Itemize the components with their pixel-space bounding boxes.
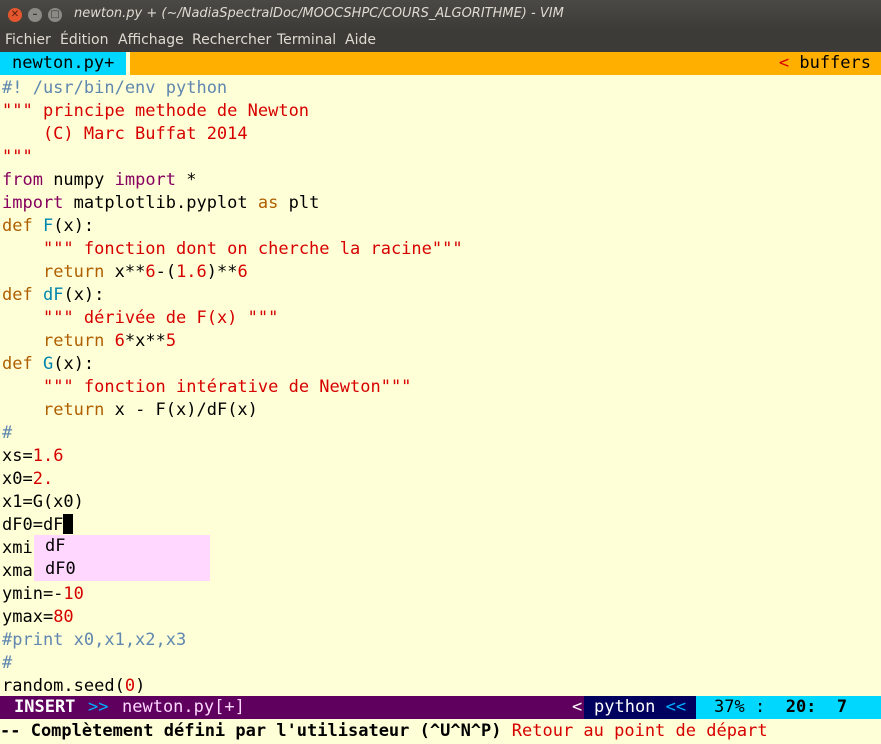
filetype-label: python — [594, 697, 656, 717]
menu-fichier[interactable]: Fichier — [5, 32, 51, 48]
window-titlebar: ✕ – □ newton.py + (~/NadiaSpectralDoc/MO… — [0, 0, 881, 30]
position-colon: : — [754, 697, 766, 717]
completion-item-df0[interactable]: dF0 — [34, 558, 210, 581]
code-line[interactable]: dF0=dF — [2, 514, 463, 537]
tabline-fill — [130, 52, 881, 75]
menu-bar: Fichier Édition Affichage Rechercher Ter… — [0, 30, 881, 52]
menu-aide[interactable]: Aide — [345, 32, 376, 48]
code-line[interactable]: from numpy import * — [2, 169, 463, 192]
vim-message-line: -- Complètement défini par l'utilisateur… — [0, 719, 881, 744]
menu-rechercher[interactable]: Rechercher — [192, 32, 271, 48]
tab-newton-py[interactable]: newton.py+ — [0, 52, 127, 75]
code-line[interactable]: x0=2. — [2, 468, 463, 491]
code-line[interactable]: return x - F(x)/dF(x) — [2, 399, 463, 422]
code-line[interactable]: import matplotlib.pyplot as plt — [2, 192, 463, 215]
code-line[interactable]: random.seed(0) — [2, 675, 463, 698]
statusline-separator: >> — [88, 697, 109, 717]
code-line[interactable]: """ fonction dont on cherche la racine""… — [2, 238, 463, 261]
completion-item-df[interactable]: dF — [34, 535, 210, 558]
statusline-separator: < — [572, 697, 583, 717]
vim-editor[interactable]: newton.py+ < buffers #! /usr/bin/env pyt… — [0, 52, 881, 744]
filetype-indicator: python << — [584, 696, 696, 719]
completion-mode-message: -- Complètement défini par l'utilisateur… — [0, 721, 502, 741]
code-line[interactable]: """ dérivée de F(x) """ — [2, 307, 463, 330]
code-line[interactable]: """ principe methode de Newton — [2, 100, 463, 123]
code-line[interactable]: """ fonction intérative de Newton""" — [2, 376, 463, 399]
statusline-filename: newton.py[+] — [122, 697, 245, 717]
percent-label: 37% — [714, 697, 745, 717]
code-line[interactable]: def dF(x): — [2, 284, 463, 307]
vim-tabline: newton.py+ < buffers — [0, 52, 881, 75]
close-window-button[interactable]: ✕ — [8, 8, 22, 22]
code-line[interactable]: return 6*x**5 — [2, 330, 463, 353]
buffers-label: < buffers — [778, 52, 881, 75]
code-line[interactable]: #! /usr/bin/env python — [2, 77, 463, 100]
code-line[interactable]: ymin=-10 — [2, 583, 463, 606]
column-number: 7 — [836, 697, 848, 717]
statusline-separator: << — [665, 697, 687, 717]
cursor-position: 37% : 20: 7 — [696, 696, 881, 719]
code-line[interactable]: def G(x): — [2, 353, 463, 376]
menu-terminal[interactable]: Terminal — [277, 32, 336, 48]
code-line[interactable]: """ — [2, 146, 463, 169]
code-line[interactable]: def F(x): — [2, 215, 463, 238]
maximize-window-button[interactable]: □ — [48, 8, 62, 22]
window-title: newton.py + (~/NadiaSpectralDoc/MOOCSHPC… — [74, 6, 564, 21]
code-line[interactable]: ymax=80 — [2, 606, 463, 629]
menu-affichage[interactable]: Affichage — [118, 32, 184, 48]
completion-status-message: Retour au point de départ — [511, 721, 768, 741]
code-buffer[interactable]: #! /usr/bin/env python """ principe metho… — [2, 77, 463, 698]
menu-edition[interactable]: Édition — [60, 32, 108, 48]
completion-popup: dF dF0 — [34, 535, 210, 581]
code-line[interactable]: (C) Marc Buffat 2014 — [2, 123, 463, 146]
vim-statusline: INSERT >> newton.py[+] < python << 37% :… — [0, 696, 881, 719]
minimize-window-button[interactable]: – — [28, 8, 42, 22]
code-line[interactable]: # — [2, 652, 463, 675]
buffers-arrow: < — [778, 53, 790, 73]
code-line[interactable]: x1=G(x0) — [2, 491, 463, 514]
line-number: 20: — [785, 697, 817, 717]
code-line[interactable]: xs=1.6 — [2, 445, 463, 468]
code-line[interactable]: #print x0,x1,x2,x3 — [2, 629, 463, 652]
code-line[interactable]: return x**6-(1.6)**6 — [2, 261, 463, 284]
code-line[interactable]: # — [2, 422, 463, 445]
buffers-text: buffers — [799, 53, 871, 73]
text-cursor — [63, 514, 74, 534]
